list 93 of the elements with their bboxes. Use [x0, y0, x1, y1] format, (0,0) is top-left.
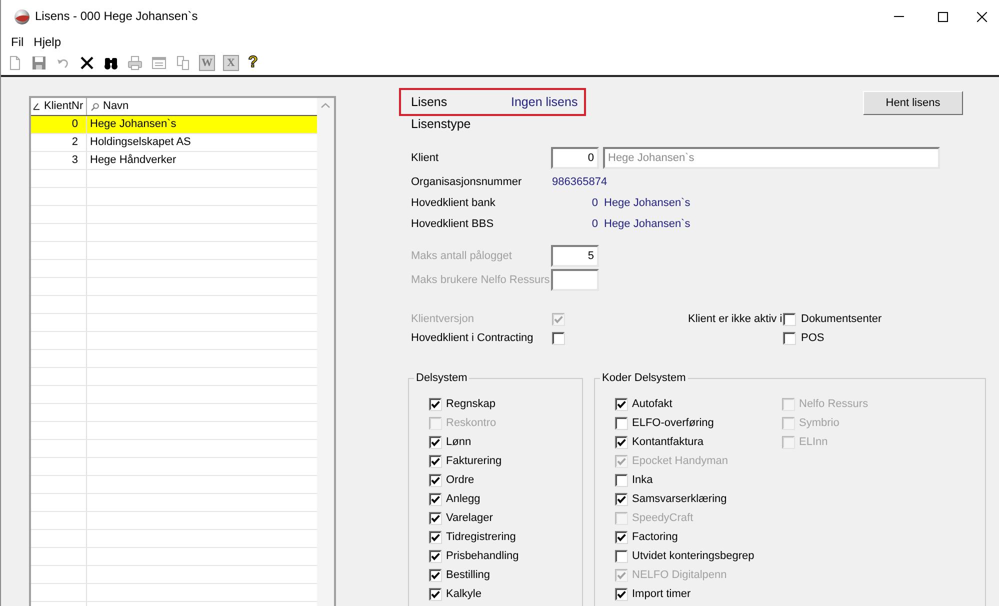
field-label: Maks brukere Nelfo Ressurs: [411, 272, 551, 288]
field-label: Hovedklient BBS: [411, 216, 495, 232]
checkbox-label: NELFO Digitalpenn: [632, 569, 727, 582]
field-label: Hovedklient bank: [411, 196, 496, 211]
checkbox-label: Kontantfaktura: [632, 436, 704, 449]
checkbox-label: Import timer: [632, 588, 691, 601]
table-cell: 0: [31, 116, 87, 133]
column-header[interactable]: KlientNr: [31, 98, 87, 115]
sort-icon: [33, 103, 40, 110]
checkbox[interactable]: [615, 493, 628, 506]
binoculars-icon[interactable]: [103, 55, 119, 71]
checkbox[interactable]: [429, 455, 442, 468]
table-cell: 3: [31, 152, 87, 169]
group-title: Koder Delsystem: [601, 373, 687, 385]
checkbox[interactable]: [552, 332, 565, 345]
table-cell-text: Hege Johansen`s: [89, 117, 178, 132]
field-label: Lisens: [411, 94, 448, 111]
checkbox[interactable]: [429, 588, 442, 601]
close-icon: [977, 12, 987, 22]
checkbox-label: Epocket Handyman: [632, 455, 728, 468]
window-title: Lisens - 000 Hege Johansen`s: [35, 9, 198, 24]
field-value: 986365874: [552, 174, 608, 190]
cross-icon[interactable]: [79, 55, 95, 71]
minimize-icon: [894, 16, 904, 17]
checkbox[interactable]: [615, 398, 628, 411]
field-value: Hege Johansen`s: [604, 216, 690, 232]
input-field[interactable]: 0: [551, 147, 599, 169]
checkbox-label: ELFO-overføring: [632, 417, 714, 430]
checkbox-label: Fakturering: [446, 455, 502, 468]
checkbox[interactable]: [783, 332, 796, 345]
field-label: Klient: [411, 150, 440, 166]
section-label: Lisenstype: [411, 116, 471, 132]
field-label: Klient er ikke aktiv i: [688, 312, 783, 327]
checkbox[interactable]: [615, 588, 628, 601]
checkbox-label: Regnskap: [446, 398, 496, 411]
checkbox[interactable]: [429, 493, 442, 506]
checkbox-label: POS: [801, 332, 824, 345]
table-cell-text: Holdingselskapet AS: [89, 135, 192, 150]
checkbox-label: Utvidet konteringsbegrep: [632, 550, 754, 563]
checkbox-label: Ordre: [446, 474, 474, 487]
checkbox-label: Kalkyle: [446, 588, 482, 601]
checkbox-label: Bestilling: [446, 569, 490, 582]
list-row[interactable]: 0 Hege Johansen`s: [31, 116, 317, 134]
checkbox-label: Prisbehandling: [446, 550, 519, 563]
maximize-icon: [938, 12, 948, 22]
field-label: Maks antall pålogget: [411, 248, 513, 264]
checkbox[interactable]: [429, 512, 442, 525]
checkbox[interactable]: [615, 474, 628, 487]
list-row[interactable]: 2 Holdingselskapet AS: [31, 134, 317, 152]
field-value: Hege Johansen`s: [604, 196, 690, 211]
checkbox[interactable]: [429, 531, 442, 544]
checkbox[interactable]: [429, 569, 442, 582]
checkbox[interactable]: [429, 398, 442, 411]
group-title: Delsystem: [415, 373, 468, 385]
checkbox[interactable]: [615, 531, 628, 544]
checkbox-label: Lønn: [446, 436, 472, 449]
sphere-icon: [14, 8, 30, 24]
column-header[interactable]: Navn: [87, 98, 317, 115]
checkbox-label: Tidregistrering: [446, 531, 516, 544]
checkbox-label: Reskontro: [446, 417, 496, 430]
checkbox-label: Varelager: [446, 512, 493, 525]
checkbox-label: ELInn: [799, 436, 828, 449]
scrollbar[interactable]: [317, 98, 334, 606]
checkbox-label: Factoring: [632, 531, 678, 544]
checkbox[interactable]: [615, 417, 628, 430]
search-icon: [91, 102, 99, 110]
input-field[interactable]: [551, 269, 599, 291]
menu-item[interactable]: Fil: [11, 34, 24, 50]
checkbox-label: Symbrio: [799, 417, 840, 430]
checkbox-label: Samsvarserklæring: [632, 493, 727, 506]
checkbox-label: Autofakt: [632, 398, 672, 411]
menu-item[interactable]: Hjelp: [34, 34, 62, 50]
checkbox[interactable]: [615, 436, 628, 449]
checkbox[interactable]: [429, 550, 442, 563]
checkbox-label: SpeedyCraft: [632, 512, 694, 525]
checkbox-label: Inka: [632, 474, 653, 487]
checkbox[interactable]: [783, 313, 796, 326]
checkbox-label: Dokumentsenter: [801, 313, 882, 326]
checkbox-label: Anlegg: [446, 493, 480, 506]
checkbox-label: Nelfo Ressurs: [799, 398, 868, 411]
table-cell-text: Hege Håndverker: [89, 153, 178, 168]
checkbox[interactable]: [429, 474, 442, 487]
list-row[interactable]: 3 Hege Håndverker: [31, 152, 317, 170]
field-label: Organisasjonsnummer: [411, 174, 523, 190]
checkbox[interactable]: [429, 436, 442, 449]
checkbox-label: Hovedklient i Contracting: [411, 331, 534, 346]
table-cell: 2: [31, 134, 87, 151]
field-value: 0: [590, 196, 599, 211]
field-value: 0: [590, 216, 599, 232]
checkbox-label: Klientversjon: [411, 312, 475, 328]
field-value: Ingen lisens: [511, 94, 578, 111]
fetch-license-button[interactable]: Hent lisens: [863, 91, 963, 115]
checkbox[interactable]: [615, 550, 628, 563]
